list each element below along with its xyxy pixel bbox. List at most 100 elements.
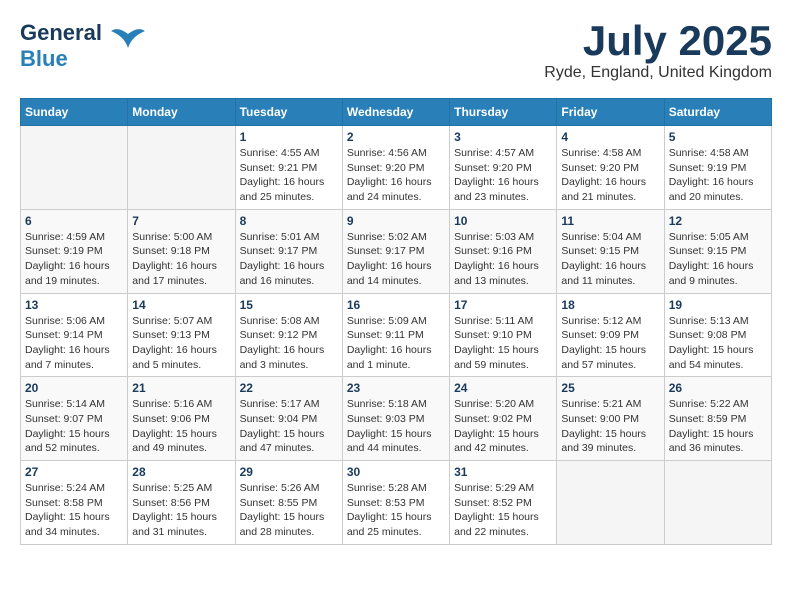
day-info: Sunrise: 5:22 AMSunset: 8:59 PMDaylight:…: [669, 397, 767, 456]
day-number: 3: [454, 130, 552, 144]
logo-text: GeneralBlue: [20, 20, 102, 72]
day-info: Sunrise: 5:12 AMSunset: 9:09 PMDaylight:…: [561, 314, 659, 373]
calendar-cell: 6Sunrise: 4:59 AMSunset: 9:19 PMDaylight…: [21, 209, 128, 293]
day-number: 14: [132, 298, 230, 312]
day-info: Sunrise: 5:13 AMSunset: 9:08 PMDaylight:…: [669, 314, 767, 373]
day-number: 2: [347, 130, 445, 144]
calendar-cell: 10 Sunrise: 5:03 AMSunset: 9:16 PMDayligh…: [450, 209, 557, 293]
location: Ryde, England, United Kingdom: [544, 64, 772, 82]
day-number: 5: [669, 130, 767, 144]
day-info: Sunrise: 5:05 AMSunset: 9:15 PMDaylight:…: [669, 230, 767, 289]
day-info: Sunrise: 5:18 AMSunset: 9:03 PMDaylight:…: [347, 397, 445, 456]
weekday-header: Wednesday: [342, 99, 449, 126]
weekday-header-row: SundayMondayTuesdayWednesdayThursdayFrid…: [21, 99, 772, 126]
day-number: 10: [454, 214, 552, 228]
calendar-week-row: 20 Sunrise: 5:14 AMSunset: 9:07 PMDayligh…: [21, 377, 772, 461]
day-info: Sunrise: 5:17 AMSunset: 9:04 PMDaylight:…: [240, 397, 338, 456]
calendar-cell: 16Sunrise: 5:09 AMSunset: 9:11 PMDayligh…: [342, 293, 449, 377]
day-info: Sunrise: 5:16 AMSunset: 9:06 PMDaylight:…: [132, 397, 230, 456]
day-info: Sunrise: 4:55 AMSunset: 9:21 PMDaylight:…: [240, 146, 338, 205]
day-info: Sunrise: 5:14 AMSunset: 9:07 PMDaylight:…: [25, 397, 123, 456]
day-number: 24: [454, 381, 552, 395]
logo-bird-icon: [110, 26, 146, 56]
day-info: Sunrise: 5:06 AMSunset: 9:14 PMDaylight:…: [25, 314, 123, 373]
calendar-cell: 25 Sunrise: 5:21 AMSunset: 9:00 PMDayligh…: [557, 377, 664, 461]
calendar-week-row: 13Sunrise: 5:06 AMSunset: 9:14 PMDayligh…: [21, 293, 772, 377]
month-title: July 2025: [544, 20, 772, 62]
title-block: July 2025 Ryde, England, United Kingdom: [544, 20, 772, 82]
day-number: 18: [561, 298, 659, 312]
day-number: 15: [240, 298, 338, 312]
day-number: 17: [454, 298, 552, 312]
day-number: 26: [669, 381, 767, 395]
day-info: Sunrise: 5:01 AMSunset: 9:17 PMDaylight:…: [240, 230, 338, 289]
calendar-cell: [128, 126, 235, 210]
day-number: 12: [669, 214, 767, 228]
day-info: Sunrise: 4:58 AMSunset: 9:20 PMDaylight:…: [561, 146, 659, 205]
calendar-cell: 9 Sunrise: 5:02 AMSunset: 9:17 PMDaylight…: [342, 209, 449, 293]
calendar-cell: 19 Sunrise: 5:13 AMSunset: 9:08 PMDayligh…: [664, 293, 771, 377]
calendar-week-row: 6Sunrise: 4:59 AMSunset: 9:19 PMDaylight…: [21, 209, 772, 293]
calendar-cell: 26 Sunrise: 5:22 AMSunset: 8:59 PMDayligh…: [664, 377, 771, 461]
page-header: GeneralBlue July 2025 Ryde, England, Uni…: [20, 20, 772, 82]
weekday-header: Thursday: [450, 99, 557, 126]
calendar-cell: 23 Sunrise: 5:18 AMSunset: 9:03 PMDayligh…: [342, 377, 449, 461]
calendar-cell: 13Sunrise: 5:06 AMSunset: 9:14 PMDayligh…: [21, 293, 128, 377]
day-info: Sunrise: 5:28 AMSunset: 8:53 PMDaylight:…: [347, 481, 445, 540]
calendar-cell: 8 Sunrise: 5:01 AMSunset: 9:17 PMDaylight…: [235, 209, 342, 293]
day-number: 9: [347, 214, 445, 228]
calendar-cell: 18 Sunrise: 5:12 AMSunset: 9:09 PMDayligh…: [557, 293, 664, 377]
day-info: Sunrise: 5:00 AMSunset: 9:18 PMDaylight:…: [132, 230, 230, 289]
day-number: 16: [347, 298, 445, 312]
calendar-cell: [664, 461, 771, 545]
weekday-header: Tuesday: [235, 99, 342, 126]
calendar-cell: 22 Sunrise: 5:17 AMSunset: 9:04 PMDayligh…: [235, 377, 342, 461]
day-number: 23: [347, 381, 445, 395]
day-info: Sunrise: 5:03 AMSunset: 9:16 PMDaylight:…: [454, 230, 552, 289]
day-info: Sunrise: 5:02 AMSunset: 9:17 PMDaylight:…: [347, 230, 445, 289]
day-info: Sunrise: 5:24 AMSunset: 8:58 PMDaylight:…: [25, 481, 123, 540]
day-number: 4: [561, 130, 659, 144]
day-info: Sunrise: 5:08 AMSunset: 9:12 PMDaylight:…: [240, 314, 338, 373]
calendar-cell: 28Sunrise: 5:25 AMSunset: 8:56 PMDayligh…: [128, 461, 235, 545]
day-info: Sunrise: 5:29 AMSunset: 8:52 PMDaylight:…: [454, 481, 552, 540]
calendar-cell: 31Sunrise: 5:29 AMSunset: 8:52 PMDayligh…: [450, 461, 557, 545]
calendar-cell: 3Sunrise: 4:57 AMSunset: 9:20 PMDaylight…: [450, 126, 557, 210]
calendar-week-row: 27Sunrise: 5:24 AMSunset: 8:58 PMDayligh…: [21, 461, 772, 545]
day-info: Sunrise: 4:56 AMSunset: 9:20 PMDaylight:…: [347, 146, 445, 205]
calendar-cell: 27Sunrise: 5:24 AMSunset: 8:58 PMDayligh…: [21, 461, 128, 545]
calendar-cell: 4 Sunrise: 4:58 AMSunset: 9:20 PMDaylight…: [557, 126, 664, 210]
calendar-cell: 2 Sunrise: 4:56 AMSunset: 9:20 PMDaylight…: [342, 126, 449, 210]
calendar-cell: 15 Sunrise: 5:08 AMSunset: 9:12 PMDayligh…: [235, 293, 342, 377]
calendar-cell: [557, 461, 664, 545]
calendar-cell: 29Sunrise: 5:26 AMSunset: 8:55 PMDayligh…: [235, 461, 342, 545]
logo: GeneralBlue: [20, 20, 146, 72]
day-number: 25: [561, 381, 659, 395]
weekday-header: Friday: [557, 99, 664, 126]
weekday-header: Monday: [128, 99, 235, 126]
calendar-cell: 11 Sunrise: 5:04 AMSunset: 9:15 PMDayligh…: [557, 209, 664, 293]
calendar-cell: 1Sunrise: 4:55 AMSunset: 9:21 PMDaylight…: [235, 126, 342, 210]
calendar-cell: 5 Sunrise: 4:58 AMSunset: 9:19 PMDaylight…: [664, 126, 771, 210]
day-info: Sunrise: 5:21 AMSunset: 9:00 PMDaylight:…: [561, 397, 659, 456]
day-number: 22: [240, 381, 338, 395]
day-info: Sunrise: 5:20 AMSunset: 9:02 PMDaylight:…: [454, 397, 552, 456]
calendar-cell: 30Sunrise: 5:28 AMSunset: 8:53 PMDayligh…: [342, 461, 449, 545]
day-number: 8: [240, 214, 338, 228]
day-info: Sunrise: 5:07 AMSunset: 9:13 PMDaylight:…: [132, 314, 230, 373]
calendar-cell: 17Sunrise: 5:11 AMSunset: 9:10 PMDayligh…: [450, 293, 557, 377]
day-number: 11: [561, 214, 659, 228]
day-number: 6: [25, 214, 123, 228]
calendar-cell: 14 Sunrise: 5:07 AMSunset: 9:13 PMDayligh…: [128, 293, 235, 377]
day-info: Sunrise: 5:04 AMSunset: 9:15 PMDaylight:…: [561, 230, 659, 289]
day-number: 29: [240, 465, 338, 479]
day-number: 20: [25, 381, 123, 395]
day-number: 19: [669, 298, 767, 312]
day-info: Sunrise: 4:58 AMSunset: 9:19 PMDaylight:…: [669, 146, 767, 205]
calendar-week-row: 1Sunrise: 4:55 AMSunset: 9:21 PMDaylight…: [21, 126, 772, 210]
calendar-cell: [21, 126, 128, 210]
calendar-table: SundayMondayTuesdayWednesdayThursdayFrid…: [20, 98, 772, 545]
calendar-cell: 7Sunrise: 5:00 AMSunset: 9:18 PMDaylight…: [128, 209, 235, 293]
day-number: 21: [132, 381, 230, 395]
calendar-cell: 20 Sunrise: 5:14 AMSunset: 9:07 PMDayligh…: [21, 377, 128, 461]
